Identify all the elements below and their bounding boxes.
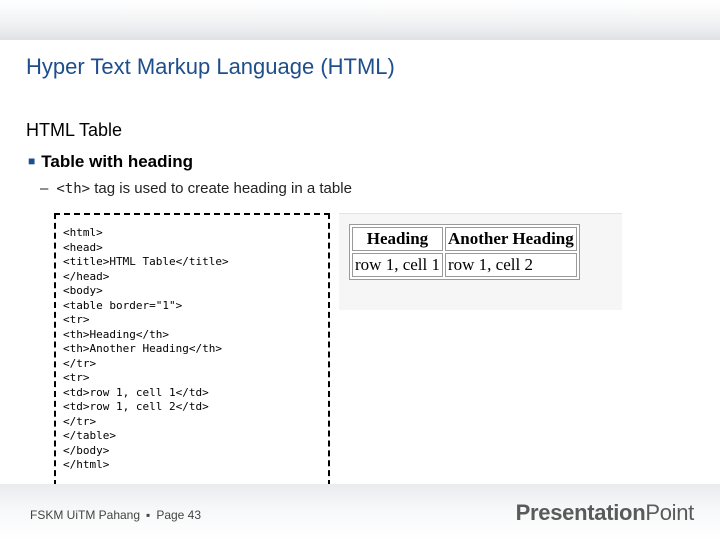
sub-bullet-item: – <th> tag is used to create heading in a… bbox=[40, 180, 352, 197]
table-header-cell: Heading bbox=[352, 227, 443, 251]
code-line: </table> bbox=[63, 429, 116, 442]
square-bullet-icon: ■ bbox=[28, 154, 36, 168]
code-line: <head> bbox=[63, 240, 103, 254]
slide-subtitle: HTML Table bbox=[26, 120, 123, 140]
table-header-cell: Another Heading bbox=[444, 227, 577, 251]
code-line: <th>Another Heading</th> bbox=[63, 342, 222, 355]
table-cell: row 1, cell 2 bbox=[444, 253, 577, 277]
table-header-row: Heading Another Heading bbox=[352, 227, 577, 251]
code-line: </html> bbox=[63, 458, 110, 471]
sub-bullet-text: tag is used to create heading in a table bbox=[90, 180, 352, 197]
browser-preview: Heading Another Heading row 1, cell 1 ro… bbox=[339, 213, 622, 310]
code-line: <th>Heading</th> bbox=[63, 327, 169, 341]
footer-org: FSKM UiTM Pahang bbox=[30, 508, 141, 522]
rendered-table: Heading Another Heading row 1, cell 1 ro… bbox=[349, 224, 580, 280]
footer-separator: ▪ bbox=[146, 508, 151, 522]
code-example-box: <html> <head> <title>HTML Table</title> … bbox=[54, 213, 330, 486]
code-line: <html> bbox=[63, 226, 103, 239]
logo-text-point: Point bbox=[645, 500, 694, 525]
code-line: <tr> bbox=[63, 313, 90, 326]
code-line: </head> bbox=[63, 269, 110, 283]
code-line: <title>HTML Table</title> bbox=[63, 255, 229, 268]
slide-title: Hyper Text Markup Language (HTML) bbox=[26, 54, 395, 79]
code-line: </tr> bbox=[63, 356, 97, 370]
presentationpoint-logo: PresentationPoint bbox=[515, 500, 695, 526]
code-line: <table border="1"> bbox=[63, 298, 183, 312]
footer: FSKM UiTM Pahang ▪ Page 43 bbox=[30, 508, 201, 522]
code-line: </body> bbox=[63, 443, 110, 457]
dash-marker: – bbox=[40, 180, 49, 197]
bullet-item: ■ Table with heading bbox=[28, 152, 193, 172]
bullet-text: Table with heading bbox=[41, 152, 193, 171]
code-line: <tr> bbox=[63, 371, 90, 384]
table-row: row 1, cell 1 row 1, cell 2 bbox=[352, 253, 577, 277]
code-line: <td>row 1, cell 2</td> bbox=[63, 400, 209, 413]
code-line: <body> bbox=[63, 284, 103, 297]
footer-page-number: Page 43 bbox=[156, 508, 202, 522]
top-band bbox=[0, 0, 720, 40]
table-cell: row 1, cell 1 bbox=[352, 253, 443, 277]
th-tag-code: <th> bbox=[56, 181, 91, 197]
logo-text-presentation: Presentation bbox=[515, 500, 646, 525]
code-line: <td>row 1, cell 1</td> bbox=[63, 385, 209, 399]
code-line: </tr> bbox=[63, 414, 97, 428]
